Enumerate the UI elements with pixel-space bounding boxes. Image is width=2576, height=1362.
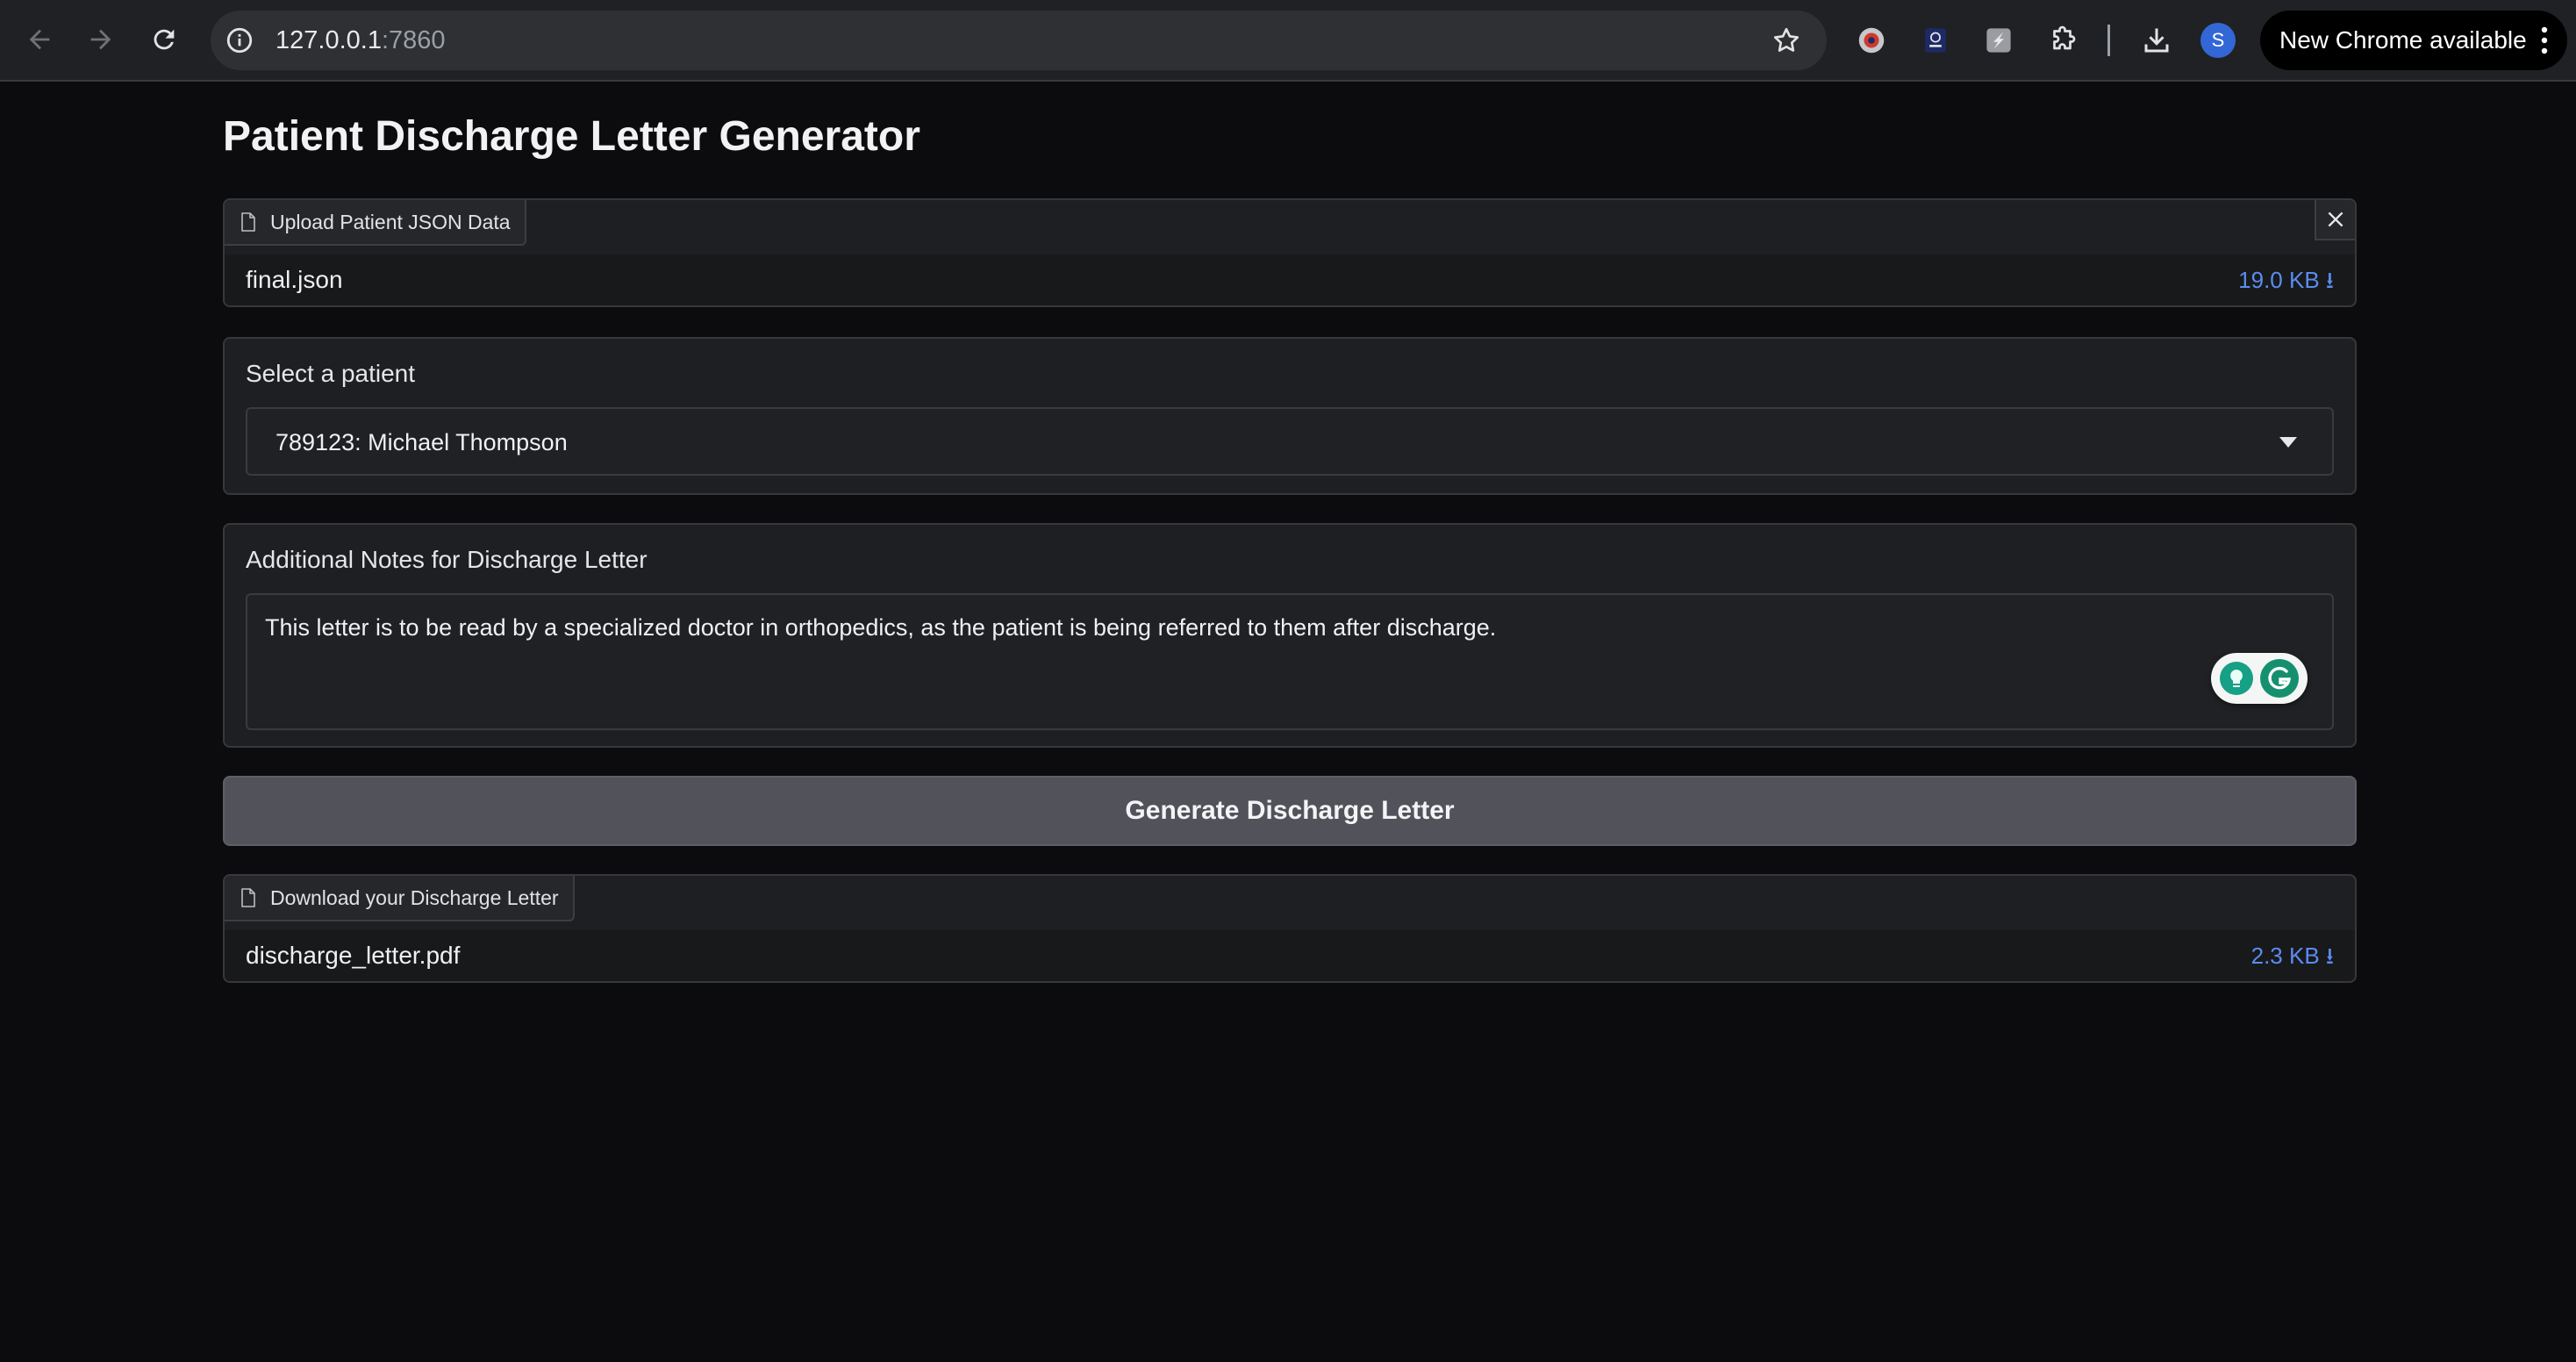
- browser-toolbar: 127.0.0.1:7860 S New Chrome available: [0, 0, 2576, 82]
- chrome-update-button[interactable]: New Chrome available: [2260, 11, 2567, 70]
- toolbar-divider: [2107, 25, 2110, 56]
- notes-block: Additional Notes for Discharge Letter Th…: [223, 523, 2357, 748]
- reload-button[interactable]: [144, 19, 184, 60]
- patient-dropdown[interactable]: 789123: Michael Thompson: [246, 407, 2334, 476]
- uploaded-file-row: final.json 19.0 KB ⭳: [225, 254, 2355, 305]
- download-file-component: Download your Discharge Letter discharge…: [223, 874, 2357, 983]
- url-port: :7860: [381, 26, 446, 54]
- file-icon: [241, 212, 255, 232]
- download-file-name: discharge_letter.pdf: [246, 942, 461, 969]
- close-icon: [2328, 211, 2343, 227]
- reload-icon: [154, 29, 175, 50]
- uploaded-file-download-link[interactable]: 19.0 KB ⭳: [2238, 254, 2334, 305]
- more-menu-icon: [2541, 26, 2548, 54]
- extensions-menu-button[interactable]: [2046, 23, 2081, 58]
- download-file-row: discharge_letter.pdf 2.3 KB ⭳: [225, 930, 2355, 981]
- extension-button-2[interactable]: [1918, 23, 1953, 58]
- upload-file-component[interactable]: Upload Patient JSON Data final.json 19.0…: [223, 198, 2357, 307]
- upload-label: Upload Patient JSON Data: [225, 200, 526, 246]
- patient-select-label: Select a patient: [246, 360, 416, 387]
- upload-label-text: Upload Patient JSON Data: [270, 210, 511, 233]
- extension-icon: [1986, 28, 2011, 53]
- downloads-button[interactable]: [2139, 23, 2174, 58]
- patient-dropdown-value: 789123: Michael Thompson: [275, 429, 568, 455]
- puzzle-icon: [2053, 25, 2076, 50]
- uploaded-file-name: final.json: [246, 266, 343, 293]
- patient-select-block: Select a patient 789123: Michael Thompso…: [223, 337, 2357, 495]
- notes-textarea[interactable]: This letter is to be read by a specializ…: [246, 593, 2334, 730]
- address-bar[interactable]: 127.0.0.1:7860: [211, 11, 1827, 70]
- download-label: Download your Discharge Letter: [225, 876, 575, 921]
- profile-avatar[interactable]: S: [2200, 23, 2236, 58]
- grammarly-widget[interactable]: [2211, 653, 2308, 704]
- notes-text: This letter is to be read by a specializ…: [265, 614, 1497, 641]
- download-file-link[interactable]: 2.3 KB ⭳: [2251, 930, 2334, 981]
- notes-label: Additional Notes for Discharge Letter: [246, 546, 648, 573]
- info-icon[interactable]: [225, 25, 254, 55]
- extension-icon: [1925, 28, 1946, 53]
- star-icon[interactable]: [1771, 25, 1802, 56]
- clear-upload-button[interactable]: [2315, 200, 2355, 240]
- download-label-text: Download your Discharge Letter: [270, 885, 559, 909]
- extension-button-3[interactable]: [1981, 23, 2016, 58]
- page-title: Patient Discharge Letter Generator: [223, 113, 920, 160]
- back-button[interactable]: [19, 19, 60, 60]
- extension-icon: [1858, 27, 1885, 54]
- generate-button[interactable]: Generate Discharge Letter: [223, 776, 2357, 846]
- back-icon: [29, 29, 50, 50]
- url-host: 127.0.0.1: [275, 26, 382, 54]
- grammarly-bulb-icon: [2220, 662, 2253, 695]
- forward-icon: [90, 29, 111, 50]
- extension-button-1[interactable]: [1854, 23, 1889, 58]
- update-label: New Chrome available: [2279, 26, 2527, 54]
- grammarly-icon: [2260, 659, 2299, 698]
- download-icon: [2144, 28, 2169, 53]
- url-text: 127.0.0.1:7860: [275, 11, 446, 70]
- file-icon: [241, 888, 255, 907]
- forward-button[interactable]: [81, 19, 121, 60]
- chevron-down-icon: [2279, 437, 2297, 448]
